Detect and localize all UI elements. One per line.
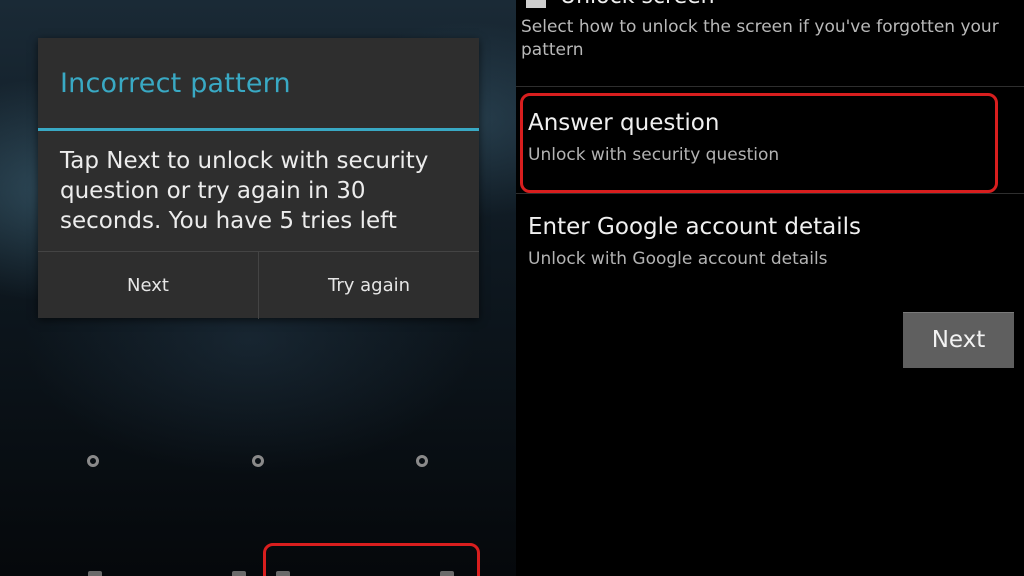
top-option-label: Unlock screen [560, 0, 715, 9]
lock-screen-panel: Incorrect pattern Tap Next to unlock wit… [0, 0, 516, 576]
option-title: Enter Google account details [528, 214, 862, 240]
dialog-message: Tap Next to unlock with security questio… [60, 148, 429, 234]
incorrect-pattern-dialog: Incorrect pattern Tap Next to unlock wit… [38, 38, 479, 319]
dialog-button-bar: Next Try again [38, 251, 479, 319]
unlock-options-panel: Unlock screen Select how to unlock the s… [516, 0, 1024, 576]
next-button[interactable]: Next [903, 312, 1014, 368]
row-separator [516, 86, 1024, 87]
screenshot-frame: Incorrect pattern Tap Next to unlock wit… [0, 0, 1024, 576]
nav-icon [232, 571, 246, 576]
option-description: Unlock with Google account details [528, 249, 828, 269]
dialog-try-again-button[interactable]: Try again [258, 252, 479, 319]
dialog-next-button[interactable]: Next [38, 252, 258, 319]
nav-icon [88, 571, 102, 576]
pattern-dot[interactable] [416, 455, 428, 467]
dialog-title-divider [38, 128, 479, 131]
answer-question-highlight-box [520, 93, 998, 193]
bottom-highlight-box [263, 543, 480, 576]
unlock-screen-checkbox[interactable] [526, 0, 546, 8]
dialog-title: Incorrect pattern [60, 68, 291, 99]
option-google-account[interactable]: Enter Google account details Unlock with… [516, 194, 1024, 294]
pattern-dot[interactable] [252, 455, 264, 467]
top-option-description: Select how to unlock the screen if you'v… [521, 17, 999, 60]
pattern-dot[interactable] [87, 455, 99, 467]
